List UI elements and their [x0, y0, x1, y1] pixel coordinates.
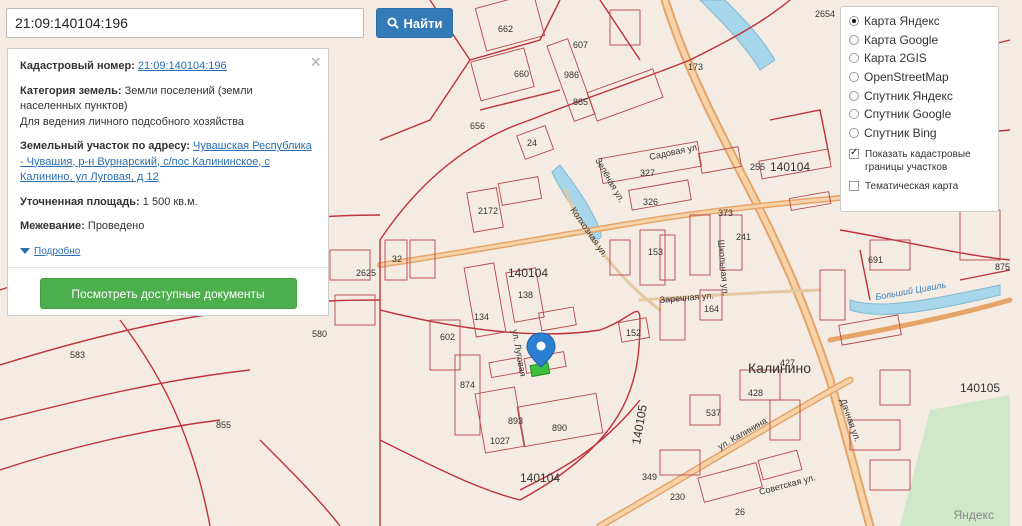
layer-option-label: Карта Google: [864, 32, 939, 47]
layer-option[interactable]: Спутник Bing: [849, 124, 990, 143]
parcel-number: 373: [718, 208, 733, 218]
parcel-number: 2172: [478, 206, 498, 216]
map-attribution: Яндекс: [953, 508, 994, 522]
search-icon: [387, 17, 399, 29]
parcel-number: 875: [995, 262, 1010, 272]
quarter-label: 140104: [508, 266, 548, 280]
show-cadastral-label: Показать кадастровые границы участков: [865, 149, 971, 174]
parcel-number: 890: [552, 423, 567, 433]
radio-icon[interactable]: [849, 72, 859, 83]
parcel-number: 153: [648, 247, 663, 257]
view-documents-button[interactable]: Посмотреть доступные документы: [39, 278, 297, 309]
search-button[interactable]: Найти: [376, 8, 453, 38]
parcel-number: 607: [573, 40, 588, 50]
area-label: Уточненная площадь:: [20, 195, 140, 208]
thematic-map-label: Тематическая карта: [865, 181, 959, 193]
land-category-row: Категория земель: Земли поселений (земли…: [20, 84, 316, 131]
layer-option-label: OpenStreetMap: [864, 70, 949, 85]
parcel-number: 241: [736, 232, 751, 242]
cadastral-number-link[interactable]: 21:09:140104:196: [138, 60, 227, 72]
layer-option[interactable]: Карта Яндекс: [849, 12, 990, 31]
radio-icon[interactable]: [849, 109, 859, 120]
village-label: Калинино: [748, 360, 811, 376]
layer-option[interactable]: Спутник Google: [849, 105, 990, 124]
search-button-label: Найти: [403, 15, 443, 31]
parcel-number: 662: [498, 24, 513, 34]
details-toggle[interactable]: Подробно: [20, 244, 316, 260]
parcel-number: 583: [70, 350, 85, 360]
parcel-number: 138: [518, 290, 533, 300]
parcel-number: 152: [626, 328, 641, 338]
cadastral-number-label: Кадастровый номер:: [20, 60, 135, 72]
parcel-number: 2625: [356, 268, 376, 278]
quarter-label: 140104: [520, 471, 560, 485]
layer-option[interactable]: Карта Google: [849, 31, 990, 50]
map-layer-panel: Карта Яндекс Карта Google Карта 2GIS OpenSt…: [840, 6, 999, 212]
land-use-value: Для ведения личного подсобного хозяйства: [20, 115, 244, 128]
parcel-number: 173: [688, 62, 703, 72]
parcel-info-card: × Кадастровый номер: 21:09:140104:196 Ка…: [7, 48, 329, 316]
cadastral-number-row: Кадастровый номер: 21:09:140104:196: [20, 59, 316, 75]
parcel-number: 349: [642, 472, 657, 482]
parcel-number: 32: [392, 254, 402, 264]
survey-row: Межевание: Проведено: [20, 219, 316, 235]
radio-icon[interactable]: [849, 34, 859, 45]
survey-label: Межевание:: [20, 220, 85, 232]
parcel-number: 24: [527, 138, 537, 148]
layer-option[interactable]: Спутник Яндекс: [849, 86, 990, 105]
layer-option-label: Карта 2GIS: [864, 51, 927, 66]
radio-icon[interactable]: [849, 90, 859, 101]
radio-icon[interactable]: [849, 127, 859, 138]
card-divider: [8, 267, 328, 268]
parcel-number: 874: [460, 380, 475, 390]
parcel-number: 2654: [815, 9, 835, 19]
layer-option[interactable]: Карта 2GIS: [849, 49, 990, 68]
parcel-number: 134: [474, 312, 489, 322]
parcel-number: 230: [670, 492, 685, 502]
parcel-number: 537: [706, 408, 721, 418]
parcel-number: 255: [750, 162, 765, 172]
caret-down-icon: [20, 247, 30, 254]
parcel-number: 327: [640, 168, 655, 178]
radio-icon[interactable]: [849, 53, 859, 64]
parcel-number: 893: [508, 416, 523, 426]
area-value: 1 500 кв.м.: [142, 195, 198, 208]
address-label: Земельный участок по адресу:: [20, 140, 190, 152]
survey-value: Проведено: [87, 220, 145, 232]
checkbox-icon[interactable]: [849, 181, 859, 192]
show-cadastral-toggle[interactable]: Показать кадастровые границы участков: [849, 146, 990, 174]
parcel-number: 26: [735, 507, 745, 517]
quarter-label: 140105: [960, 381, 1000, 395]
close-icon[interactable]: ×: [310, 53, 321, 71]
layer-option-label: Спутник Яндекс: [864, 88, 953, 103]
parcel-number: 1027: [490, 436, 510, 446]
layer-option-label: Спутник Google: [864, 107, 952, 122]
layer-option-label: Карта Яндекс: [864, 14, 940, 29]
address-row: Земельный участок по адресу: Чувашская Р…: [20, 139, 316, 186]
layer-option-label: Спутник Bing: [864, 125, 937, 140]
parcel-number: 602: [440, 332, 455, 342]
land-category-label: Категория земель:: [20, 84, 122, 97]
parcel-number: 580: [312, 329, 327, 339]
parcel-number: 656: [470, 121, 485, 131]
thematic-map-toggle[interactable]: Тематическая карта: [849, 180, 990, 193]
parcel-number: 660: [514, 69, 529, 79]
details-link[interactable]: Подробно: [34, 246, 80, 257]
parcel-number: 885: [573, 97, 588, 107]
checkbox-icon[interactable]: [849, 146, 859, 160]
search-input[interactable]: [6, 8, 364, 38]
parcel-number: 164: [704, 304, 719, 314]
parcel-number: 428: [748, 388, 763, 398]
quarter-label: 140104: [770, 160, 810, 174]
layer-option[interactable]: OpenStreetMap: [849, 68, 990, 87]
parcel-number: 326: [643, 197, 658, 207]
parcel-number: 986: [564, 70, 579, 80]
parcel-number: 855: [216, 420, 231, 430]
radio-icon[interactable]: [849, 16, 859, 27]
parcel-number: 691: [868, 255, 883, 265]
area-row: Уточненная площадь: 1 500 кв.м.: [20, 195, 316, 211]
